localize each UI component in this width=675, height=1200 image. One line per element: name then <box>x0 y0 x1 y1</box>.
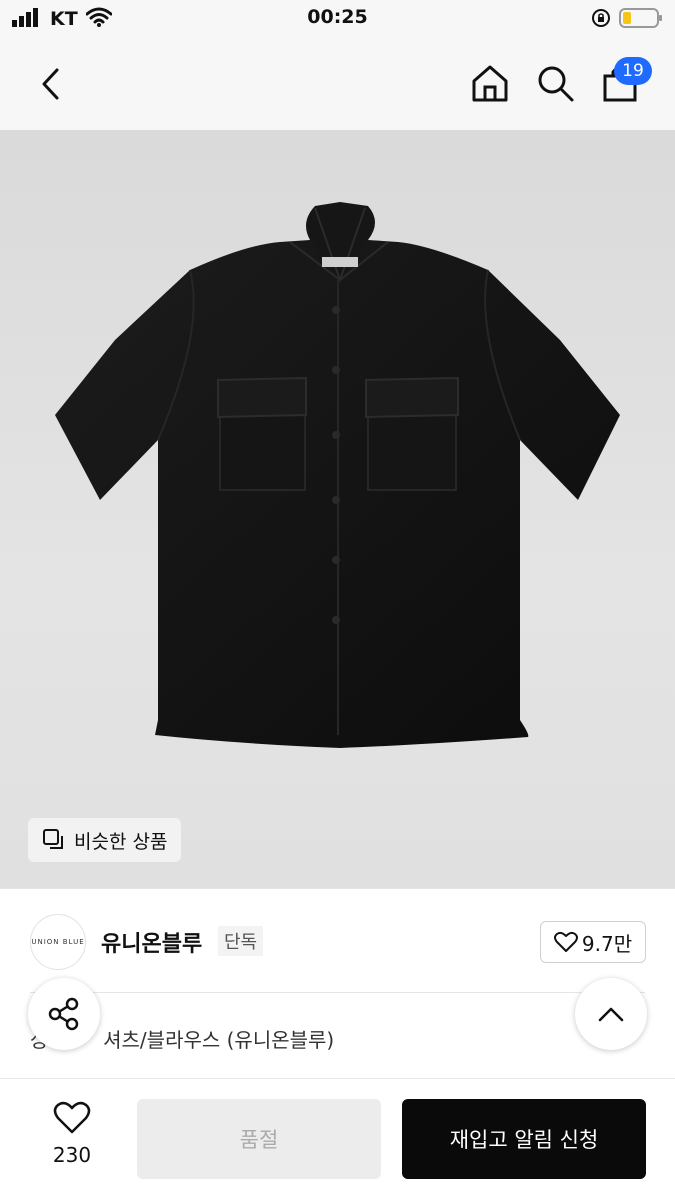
heart-icon <box>53 1101 91 1134</box>
exclusive-badge: 단독 <box>218 926 264 956</box>
status-bar: KT 00:25 <box>0 0 675 38</box>
orientation-lock-icon <box>591 8 611 32</box>
wishlist-button[interactable]: 230 <box>38 1101 106 1167</box>
copy-icon <box>43 829 63 849</box>
scroll-top-button[interactable] <box>575 978 647 1050</box>
brand-logo-text: UNION BLUE <box>31 938 85 946</box>
chevron-left-icon <box>42 68 59 100</box>
brand-row: UNION BLUE 유니온블루 단독 9.7만 <box>0 888 675 993</box>
brand-like-count: 9.7만 <box>581 931 633 956</box>
search-button[interactable] <box>535 63 575 107</box>
shirt-image <box>55 202 620 748</box>
brand-logo[interactable]: UNION BLUE <box>30 914 86 970</box>
brand-name[interactable]: 유니온블루 <box>101 926 202 958</box>
status-time: 00:25 <box>307 6 368 28</box>
nav-bar <box>0 38 675 130</box>
brand-like-button[interactable]: 9.7만 <box>540 921 646 963</box>
sold-out-button: 품절 <box>137 1099 381 1179</box>
battery-icon <box>619 7 663 33</box>
chevron-up-icon <box>598 1007 624 1022</box>
category-text: 셔츠/블라우스 (유니온블루) <box>103 1028 335 1052</box>
share-icon <box>48 997 79 1031</box>
cart-count-badge: 19 <box>614 57 652 85</box>
home-icon <box>472 65 508 102</box>
restock-alert-button[interactable]: 재입고 알림 신청 <box>402 1099 646 1179</box>
wishlist-count: 230 <box>52 1143 92 1167</box>
heart-icon <box>553 931 578 952</box>
divider <box>30 992 645 993</box>
home-button[interactable] <box>470 63 510 107</box>
similar-products-button[interactable]: 비슷한 상품 <box>28 818 182 862</box>
back-button[interactable] <box>30 62 70 106</box>
share-button[interactable] <box>28 978 100 1050</box>
bottom-action-bar: 230 품절 재입고 알림 신청 <box>0 1078 675 1200</box>
similar-products-label: 비슷한 상품 <box>74 830 168 853</box>
search-icon <box>538 66 574 102</box>
product-image[interactable] <box>0 130 675 888</box>
